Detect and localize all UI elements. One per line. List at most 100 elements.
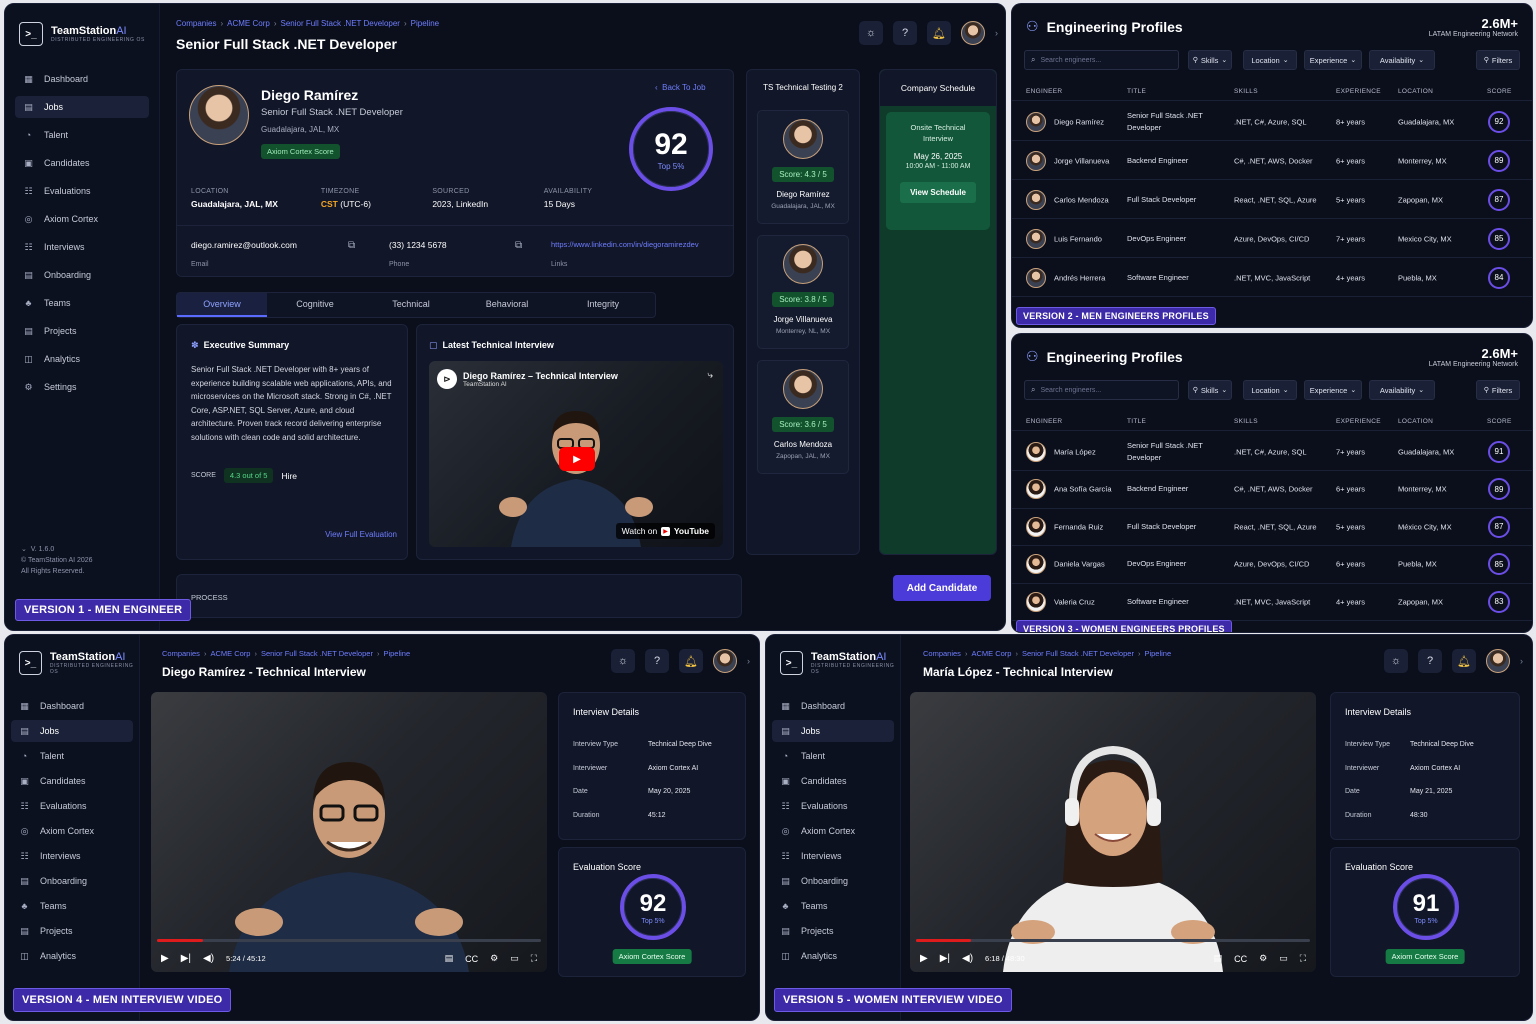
sidebar-item-jobs[interactable]: ▤ Jobs [15,96,149,118]
sidebar-item-candidates[interactable]: ▣ Candidates [11,770,133,792]
sidebar-item-jobs[interactable]: ▤ Jobs [11,720,133,742]
sidebar-item-onboarding[interactable]: ▤ Onboarding [11,870,133,892]
logo[interactable]: >_ TeamStationAI DISTRIBUTED ENGINEERING O… [780,651,900,675]
sidebar-item-talent[interactable]: ◔ Talent [11,745,133,767]
bell-icon[interactable]: 🔔︎ [679,649,703,673]
sidebar-item-talent[interactable]: ◔ Talent [15,124,149,146]
crumb-companies[interactable]: Companies [176,19,216,28]
table-row[interactable]: María López Senior Full Stack .NET Develop… [1012,433,1532,471]
pipeline-candidate-card[interactable]: Score: 4.3 / 5 Diego Ramírez Guadalajara, … [757,110,849,224]
crumb-pipeline[interactable]: Pipeline [1144,649,1171,658]
sidebar-item-evaluations[interactable]: ☷ Evaluations [11,795,133,817]
table-row[interactable]: Luis Fernando DevOps Engineer Azure, DevOp… [1012,220,1532,258]
table-row[interactable]: Ana Sofía García Backend Engineer C#, .NET… [1012,471,1532,509]
settings-icon[interactable]: ⚙ [490,953,498,964]
sidebar-item-axiom-cortex[interactable]: ◎ Axiom Cortex [11,820,133,842]
filter-availability[interactable]: Availability ⌄ [1369,50,1435,70]
table-row[interactable]: Andrés Herrera Software Engineer .NET, MVC… [1012,259,1532,297]
sidebar-item-onboarding[interactable]: ▤ Onboarding [772,870,894,892]
help-icon[interactable]: ? [1418,649,1442,673]
filter-location[interactable]: Location ⌄ [1243,50,1297,70]
subtitles-icon[interactable]: ▤ [1214,953,1223,964]
sidebar-item-dashboard[interactable]: ▦ Dashboard [15,68,149,90]
sidebar-item-analytics[interactable]: ◫ Analytics [15,348,149,370]
table-row[interactable]: Daniela Vargas DevOps Engineer Azure, DevO… [1012,546,1532,584]
chevron-right-icon[interactable]: › [747,656,750,666]
sidebar-item-dashboard[interactable]: ▦ Dashboard [772,695,894,717]
bell-icon[interactable]: 🔔︎ [927,21,951,45]
table-row[interactable]: Valeria Cruz Software Engineer .NET, MVC, … [1012,583,1532,621]
crumb-acme-corp[interactable]: ACME Corp [227,19,270,28]
sidebar-item-projects[interactable]: ▤ Projects [11,920,133,942]
help-icon[interactable]: ? [893,21,917,45]
crumb-acme-corp[interactable]: ACME Corp [971,649,1011,658]
filter-skills[interactable]: ⚲ Skills ⌄ [1188,50,1232,70]
captions-icon[interactable]: CC [1234,954,1247,964]
sidebar-item-candidates[interactable]: ▣ Candidates [772,770,894,792]
user-avatar[interactable] [713,649,737,673]
play-icon[interactable]: ▶ [559,447,595,471]
filter-location[interactable]: Location ⌄ [1243,380,1297,400]
sidebar-item-teams[interactable]: ♣ Teams [15,292,149,314]
copy-icon[interactable]: ⧉ [515,240,522,251]
play-icon[interactable]: ▶ [161,953,169,964]
crumb-senior-full-stack-net-developer[interactable]: Senior Full Stack .NET Developer [261,649,373,658]
volume-icon[interactable]: ◀) [962,953,973,964]
theme-icon[interactable]: ☼ [611,649,635,673]
pipeline-candidate-card[interactable]: Score: 3.8 / 5 Jorge Villanueva Monterrey,… [757,235,849,349]
sidebar-item-settings[interactable]: ⚙ Settings [15,376,149,398]
filter-availability[interactable]: Availability ⌄ [1369,380,1435,400]
play-icon[interactable]: ▶ [920,953,928,964]
more-filters-button[interactable]: ⚲ Filters [1476,380,1520,400]
crumb-senior-full-stack-net-developer[interactable]: Senior Full Stack .NET Developer [281,19,400,28]
crumb-companies[interactable]: Companies [923,649,961,658]
add-candidate-button[interactable]: Add Candidate [893,575,991,601]
crumb-pipeline[interactable]: Pipeline [383,649,410,658]
tab-behavioral[interactable]: Behavioral [459,293,555,317]
table-row[interactable]: Carlos Mendoza Full Stack Developer React,… [1012,181,1532,219]
sidebar-item-projects[interactable]: ▤ Projects [772,920,894,942]
miniplayer-icon[interactable]: ▭ [510,953,519,964]
tab-integrity[interactable]: Integrity [555,293,651,317]
sidebar-item-axiom-cortex[interactable]: ◎ Axiom Cortex [772,820,894,842]
chevron-down-icon[interactable]: ⌄ [21,546,27,553]
sidebar-item-jobs[interactable]: ▤ Jobs [772,720,894,742]
user-avatar[interactable] [961,21,985,45]
sidebar-item-projects[interactable]: ▤ Projects [15,320,149,342]
subtitles-icon[interactable]: ▤ [445,953,454,964]
copy-icon[interactable]: ⧉ [348,240,355,251]
sidebar-item-interviews[interactable]: ☷ Interviews [11,845,133,867]
filter-experience[interactable]: Experience ⌄ [1304,380,1362,400]
sidebar-item-candidates[interactable]: ▣ Candidates [15,152,149,174]
sidebar-item-analytics[interactable]: ◫ Analytics [11,945,133,967]
table-row[interactable]: Diego Ramírez Senior Full Stack .NET Devel… [1012,103,1532,141]
sidebar-item-talent[interactable]: ◔ Talent [772,745,894,767]
logo[interactable]: >_ TeamStationAI DISTRIBUTED ENGINEERING… [19,22,145,46]
filter-experience[interactable]: Experience ⌄ [1304,50,1362,70]
bell-icon[interactable]: 🔔︎ [1452,649,1476,673]
pipeline-candidate-card[interactable]: Score: 3.6 / 5 Carlos Mendoza Zapopan, JAL… [757,360,849,474]
search-input[interactable]: ⌕ Search engineers... [1024,380,1179,400]
settings-icon[interactable]: ⚙ [1259,953,1267,964]
video-progress-bar[interactable] [157,939,541,942]
crumb-companies[interactable]: Companies [162,649,200,658]
search-input[interactable]: ⌕ Search engineers... [1024,50,1179,70]
tab-cognitive[interactable]: Cognitive [267,293,363,317]
tab-technical[interactable]: Technical [363,293,459,317]
video-progress-bar[interactable] [916,939,1310,942]
sidebar-item-axiom-cortex[interactable]: ◎ Axiom Cortex [15,208,149,230]
more-filters-button[interactable]: ⚲ Filters [1476,50,1520,70]
next-icon[interactable]: ▶| [181,953,191,964]
help-icon[interactable]: ? [645,649,669,673]
chevron-right-icon[interactable]: › [1520,656,1523,666]
table-row[interactable]: Fernanda Ruiz Full Stack Developer React, … [1012,508,1532,546]
youtube-player[interactable]: ⊳ Diego Ramírez – Technical Interview Te… [429,361,723,547]
sidebar-item-evaluations[interactable]: ☷ Evaluations [15,180,149,202]
linkedin-link[interactable]: https://www.linkedin.com/in/diegoramirez… [551,240,699,249]
back-to-job-link[interactable]: ‹ Back To Job [655,83,706,92]
sidebar-item-analytics[interactable]: ◫ Analytics [772,945,894,967]
fullscreen-icon[interactable]: ⛶ [531,953,537,964]
logo[interactable]: >_ TeamStationAI DISTRIBUTED ENGINEERING O… [19,651,139,675]
share-icon[interactable]: ⤷ [707,370,713,381]
user-avatar[interactable] [1486,649,1510,673]
